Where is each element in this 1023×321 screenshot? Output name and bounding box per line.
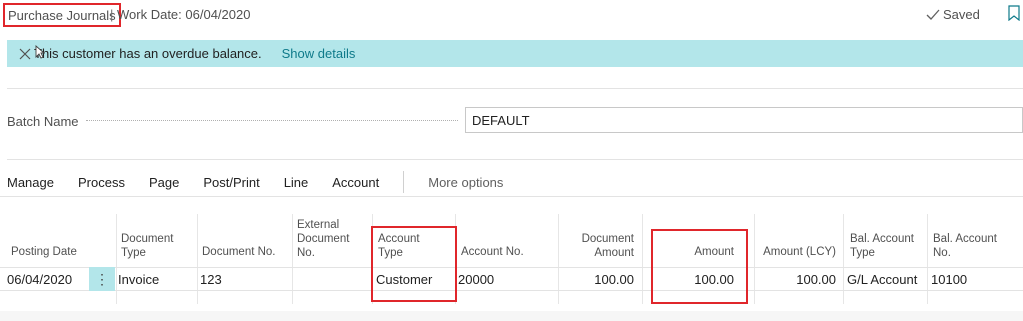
work-date[interactable]: Work Date: 06/04/2020 — [117, 7, 250, 22]
cell-posting-date[interactable]: 06/04/2020 — [7, 272, 72, 287]
cell-document-type[interactable]: Invoice — [118, 272, 159, 287]
cell-bal-account-no[interactable]: 10100 — [931, 272, 967, 287]
row-menu-button[interactable]: ⋮ — [89, 267, 115, 291]
more-options-button[interactable]: More options — [428, 175, 503, 190]
divider — [0, 196, 1023, 197]
action-account[interactable]: Account — [332, 175, 379, 190]
column-header-account-no[interactable]: Account No. — [461, 245, 524, 259]
column-header-document-type[interactable]: Document Type — [121, 232, 173, 260]
close-icon[interactable] — [19, 48, 31, 60]
title-bar: Purchase Journals | Work Date: 06/04/202… — [0, 0, 1023, 30]
divider — [7, 159, 1023, 160]
action-manage[interactable]: Manage — [7, 175, 54, 190]
table-row-empty[interactable] — [0, 291, 1023, 313]
page-title-label: Purchase Journals — [8, 7, 116, 23]
action-post-print[interactable]: Post/Print — [203, 175, 259, 190]
table-row[interactable]: 06/04/2020 Invoice 123 Customer 20000 10… — [0, 267, 1023, 291]
column-header-document-amount[interactable]: Document Amount — [560, 232, 634, 260]
action-line[interactable]: Line — [284, 175, 309, 190]
cell-document-amount[interactable]: 100.00 — [560, 272, 634, 287]
column-header-bal-account-type[interactable]: Bal. Account Type — [850, 232, 914, 260]
title-separator: | — [110, 7, 114, 22]
action-bar: Manage Process Page Post/Print Line Acco… — [7, 171, 503, 193]
column-header-document-no[interactable]: Document No. — [202, 245, 276, 259]
highlight-amount-column — [651, 229, 748, 304]
batch-name-value: DEFAULT — [472, 112, 530, 128]
batch-name-field[interactable]: DEFAULT — [465, 107, 1023, 133]
cell-document-no[interactable]: 123 — [200, 272, 222, 287]
saved-status: Saved — [926, 7, 980, 22]
action-separator — [403, 171, 405, 193]
more-vertical-icon: ⋮ — [95, 270, 109, 287]
saved-label: Saved — [943, 7, 980, 22]
checkmark-icon — [926, 9, 940, 20]
notification-banner: This customer has an overdue balance. Sh… — [7, 40, 1023, 67]
cell-amount-lcy[interactable]: 100.00 — [756, 272, 836, 287]
column-header-amount-lcy[interactable]: Amount (LCY) — [756, 245, 836, 259]
action-process[interactable]: Process — [78, 175, 125, 190]
column-header-posting-date[interactable]: Posting Date — [11, 245, 77, 259]
footer-strip — [0, 311, 1023, 321]
banner-message: This customer has an overdue balance. — [34, 46, 262, 61]
field-leader-dots — [86, 120, 458, 121]
mouse-cursor-icon — [35, 45, 45, 59]
page-title[interactable]: Purchase Journals — [3, 3, 121, 27]
cell-bal-account-type[interactable]: G/L Account — [847, 272, 917, 287]
batch-name-label: Batch Name — [7, 114, 79, 129]
divider — [7, 88, 1023, 89]
cell-account-no[interactable]: 20000 — [458, 272, 494, 287]
highlight-account-type-column — [371, 226, 457, 302]
action-page[interactable]: Page — [149, 175, 179, 190]
column-header-external-document-no[interactable]: External Document No. — [297, 218, 349, 260]
column-header-bal-account-no[interactable]: Bal. Account No. — [933, 232, 997, 260]
bookmark-icon[interactable] — [1008, 5, 1020, 21]
show-details-link[interactable]: Show details — [282, 46, 356, 61]
